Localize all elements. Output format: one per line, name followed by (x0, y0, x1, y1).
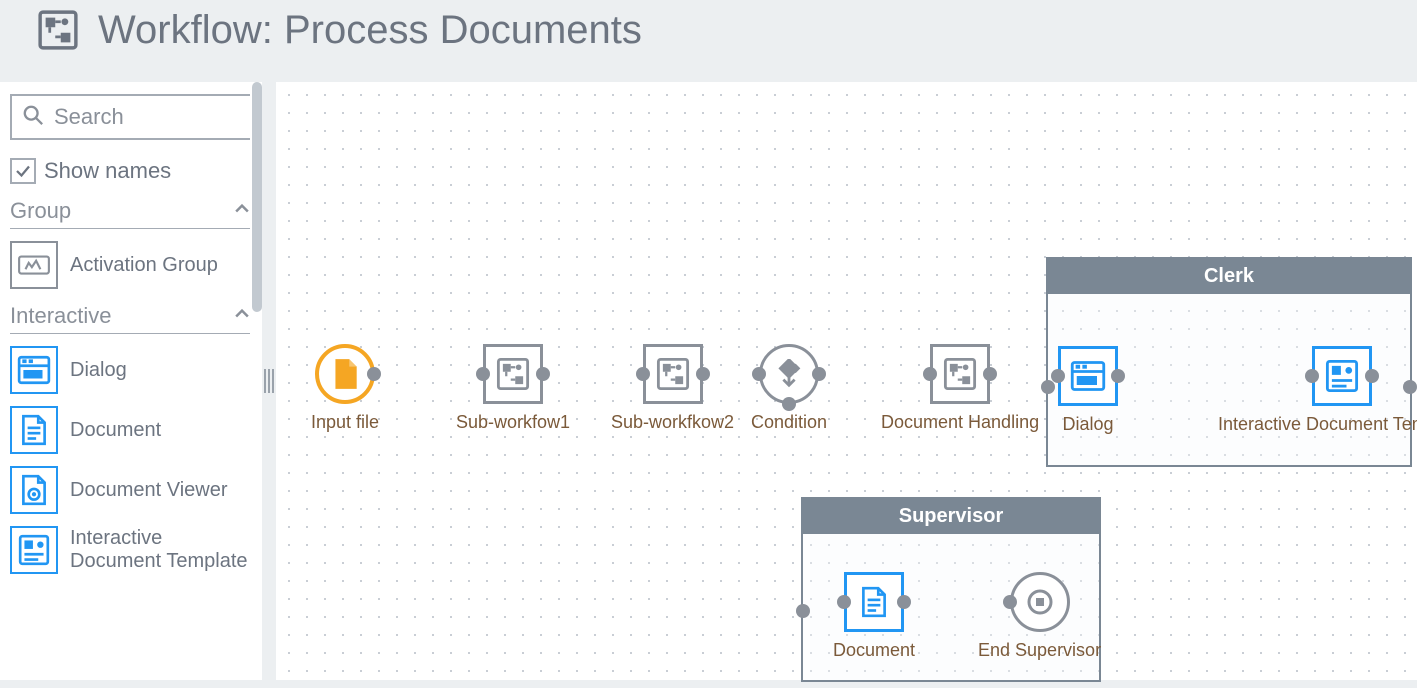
section-group-head[interactable]: Group (10, 198, 252, 229)
search-input[interactable] (52, 103, 240, 131)
show-names-toggle[interactable]: Show names (10, 158, 252, 184)
document-icon (10, 406, 58, 454)
node-interactive-document-template[interactable]: Interactive Document Template (1218, 346, 1417, 435)
palette-item-label: Document (70, 419, 161, 442)
section-interactive-title: Interactive (10, 303, 112, 329)
group-title: Clerk (1048, 259, 1410, 294)
node-label: Condition (751, 412, 827, 433)
activation-group-icon (10, 241, 58, 289)
section-interactive-head[interactable]: Interactive (10, 303, 252, 334)
show-names-label: Show names (44, 158, 171, 184)
palette-activation-group[interactable]: Activation Group (10, 241, 252, 289)
palette-item-label: Document Viewer (70, 479, 227, 502)
node-label: Input file (311, 412, 379, 433)
palette-item-label: Dialog (70, 359, 127, 382)
palette-document-viewer[interactable]: Document Viewer (10, 466, 252, 514)
header: Workflow: Process Documents (0, 0, 1417, 82)
group-clerk[interactable]: Clerk Dialog (1046, 257, 1412, 467)
app-root: Workflow: Process Documents Show names (0, 0, 1417, 688)
palette-dialog[interactable]: Dialog (10, 346, 252, 394)
workflow-icon (36, 8, 80, 52)
palette-document[interactable]: Document (10, 406, 252, 454)
node-label: Document (833, 640, 915, 661)
node-dialog[interactable]: Dialog (1058, 346, 1118, 435)
node-document-handling[interactable]: Document Handling (881, 344, 1039, 433)
edges-overlay (276, 82, 576, 232)
node-label: Document Handling (881, 412, 1039, 433)
chevron-up-icon (232, 304, 252, 329)
node-end-supervisor[interactable]: End Supervisor (978, 572, 1101, 661)
node-label: Sub-workfow1 (456, 412, 570, 433)
dialog-icon (10, 346, 58, 394)
node-label: Interactive Document Template (1218, 414, 1417, 435)
palette-item-label: Interactive Document Template (70, 527, 252, 573)
document-viewer-icon (10, 466, 58, 514)
node-condition[interactable]: Condition (751, 344, 827, 433)
search-icon (22, 104, 44, 131)
document-template-icon (10, 526, 58, 574)
chevron-up-icon (232, 199, 252, 224)
node-sub-workflow-1[interactable]: Sub-workfow1 (456, 344, 570, 433)
palette-item-label: Activation Group (70, 254, 218, 277)
checkbox-icon (10, 158, 36, 184)
page-title: Workflow: Process Documents (98, 10, 642, 50)
sidebar-scrollbar[interactable] (250, 82, 262, 680)
sidebar: Show names Group Activation Group (0, 82, 262, 680)
palette-document-template[interactable]: Interactive Document Template (10, 526, 252, 574)
node-input-file[interactable]: Input file (311, 344, 379, 433)
node-label: Dialog (1062, 414, 1113, 435)
node-sub-workflow-2[interactable]: Sub-workfkow2 (611, 344, 734, 433)
node-label: Sub-workfkow2 (611, 412, 734, 433)
node-document[interactable]: Document (833, 572, 915, 661)
search-box[interactable] (10, 94, 252, 140)
workflow-canvas[interactable]: Input file Sub-workfow1 Sub-workfkow2 (276, 82, 1417, 680)
splitter-handle[interactable] (262, 82, 276, 680)
group-title: Supervisor (803, 499, 1099, 534)
node-label: End Supervisor (978, 640, 1101, 661)
group-supervisor[interactable]: Supervisor Document (801, 497, 1101, 682)
section-group-title: Group (10, 198, 71, 224)
